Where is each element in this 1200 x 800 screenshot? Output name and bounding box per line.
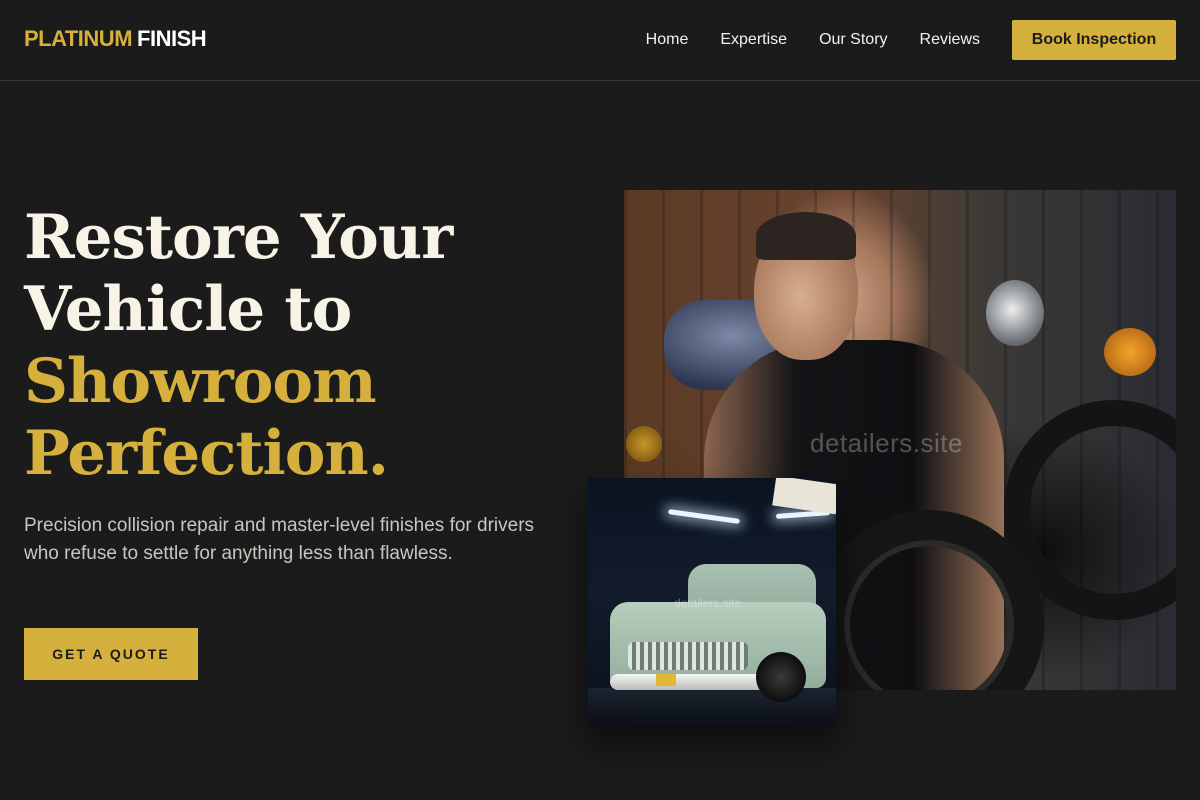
- logo-primary: PLATINUM: [24, 26, 133, 51]
- nav-expertise[interactable]: Expertise: [720, 31, 787, 49]
- get-quote-button[interactable]: GET A QUOTE: [24, 628, 198, 680]
- nav-our-story[interactable]: Our Story: [819, 31, 887, 49]
- main-nav: Home Expertise Our Story Reviews Book In…: [646, 20, 1176, 60]
- nav-reviews[interactable]: Reviews: [920, 31, 980, 49]
- logo[interactable]: PLATINUM FINISH: [24, 26, 207, 52]
- hero-title-line-2: Vehicle to: [24, 274, 352, 345]
- nav-home[interactable]: Home: [646, 31, 689, 49]
- small-photo-watermark: detailers.site: [674, 596, 742, 610]
- book-inspection-button[interactable]: Book Inspection: [1012, 20, 1176, 60]
- hero-title-line-4: Perfection.: [24, 418, 389, 489]
- hero-subtitle: Precision collision repair and master-le…: [24, 515, 535, 564]
- hero-title-line-3: Showroom: [24, 346, 377, 417]
- classic-truck-photo: detailers.site: [588, 478, 836, 726]
- hero-title-line-1: Restore Your: [24, 202, 453, 273]
- photo-watermark: detailers.site: [810, 428, 963, 458]
- hero-title: Restore Your Vehicle to Showroom Perfect…: [24, 202, 584, 490]
- site-header: PLATINUM FINISH Home Expertise Our Story …: [0, 0, 1200, 81]
- logo-secondary: FINISH: [137, 26, 207, 51]
